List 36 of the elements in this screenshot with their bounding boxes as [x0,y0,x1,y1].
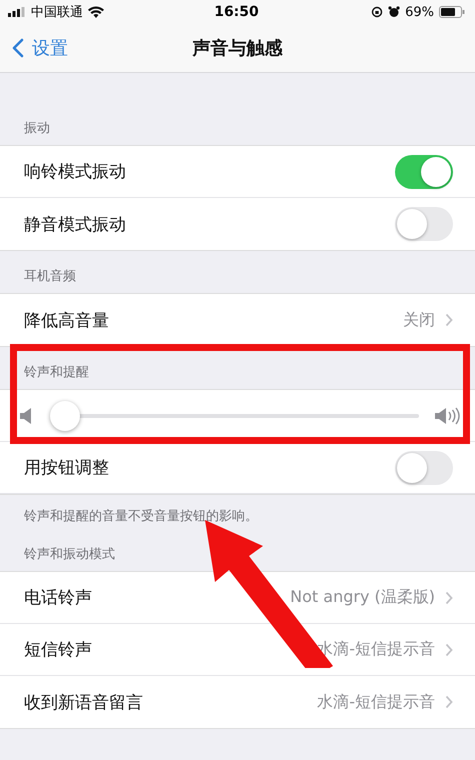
speaker-loud-icon [435,406,461,424]
setting-value: 关闭 [403,310,435,330]
chevron-left-icon [12,38,24,58]
battery-icon [438,6,465,18]
section-footer: 铃声和提醒的音量不受音量按钮的影响。 [24,509,258,524]
volume-slider[interactable] [48,400,419,432]
back-button[interactable]: 设置 [12,36,68,60]
setting-value: 水滴-短信提示音 [317,692,435,712]
section-header: 振动 [24,121,50,136]
setting-label: 降低高音量 [24,310,110,332]
setting-label: 用按钮调整 [24,457,110,479]
toggle-switch[interactable] [395,154,453,188]
signal-icon [8,7,26,17]
setting-label: 收到新语音留言 [24,692,144,714]
toggle-switch[interactable] [395,207,453,241]
setting-label: 静音模式振动 [24,214,127,236]
speaker-icon [20,408,32,424]
rotation-lock-icon [371,6,384,18]
chevron-right-icon [445,590,453,604]
battery-percent: 69% [405,4,434,20]
setting-value: Not angry (温柔版) [290,587,435,608]
toggle-switch[interactable] [395,450,453,484]
section-header: 耳机音频 [24,269,76,284]
chevron-right-icon [445,695,453,709]
alarm-icon [388,6,400,18]
carrier-name: 中国联通 [31,4,83,21]
chevron-right-icon [445,642,453,656]
section-header: 铃声和提醒 [24,365,89,380]
setting-label: 响铃模式振动 [24,161,127,183]
setting-label: 电话铃声 [24,587,93,609]
section-header: 铃声和振动模式 [24,547,115,562]
setting-label: 短信铃声 [24,639,93,661]
status-time: 16:50 [214,4,259,20]
wifi-icon [88,6,104,18]
page-title: 声音与触感 [192,37,282,60]
chevron-right-icon [445,313,453,327]
